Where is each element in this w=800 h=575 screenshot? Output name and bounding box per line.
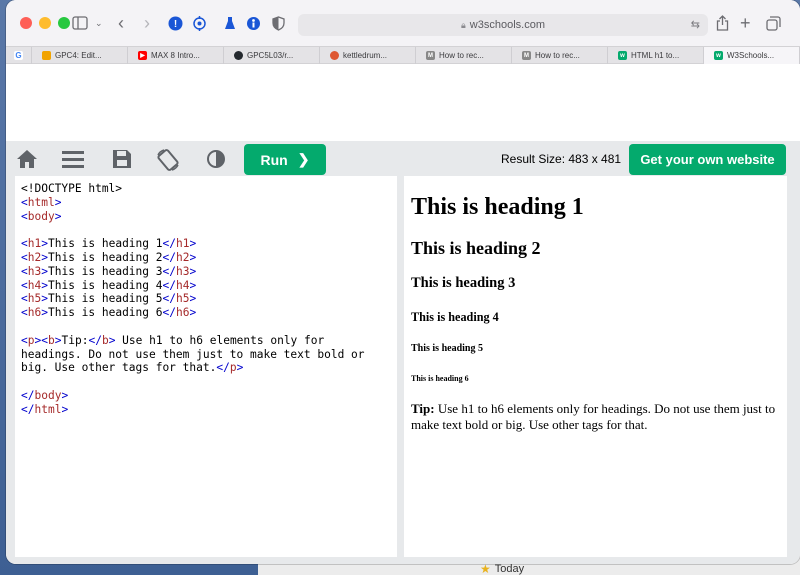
forward-icon[interactable]: › <box>144 13 150 33</box>
tab-overview-icon[interactable] <box>766 14 781 32</box>
medium-icon: M <box>426 51 435 60</box>
code-line: <h1>This is heading 1</h1> <box>21 237 197 251</box>
tip-text: Use h1 to h6 elements only for headings.… <box>411 401 776 432</box>
tab-max8[interactable]: ▶ MAX 8 Intro... <box>128 47 224 64</box>
result-heading-1: This is heading 1 <box>411 194 584 220</box>
tab-label: GPC4: Edit... <box>55 51 102 60</box>
code-line: headings. Do not use them just to make t… <box>21 347 365 361</box>
new-tab-icon[interactable]: + <box>740 13 751 33</box>
code-line: <h3>This is heading 3</h3> <box>21 264 197 278</box>
run-button-label: Run <box>260 151 288 168</box>
tab-kettledrum[interactable]: kettledrum... <box>320 47 416 64</box>
tab-label: How to rec... <box>439 51 484 60</box>
result-heading-3: This is heading 3 <box>411 275 516 291</box>
today-label: Today <box>494 563 525 575</box>
code-line: <p><b>Tip:</b> Use h1 to h6 elements onl… <box>21 333 325 347</box>
tab-label: kettledrum... <box>343 51 388 60</box>
code-line: </body> <box>21 388 69 402</box>
share-icon[interactable] <box>716 14 729 32</box>
save-icon[interactable] <box>112 149 132 174</box>
run-button[interactable]: Run ❯ <box>244 144 326 175</box>
w3schools-icon: w <box>714 51 723 60</box>
window-controls <box>20 17 70 29</box>
duckduckgo-icon <box>330 51 339 60</box>
get-your-own-website-button[interactable]: Get your own website <box>629 144 786 175</box>
medium-icon: M <box>522 51 531 60</box>
w3schools-icon: w <box>618 51 627 60</box>
code-line: <h4>This is heading 4</h4> <box>21 278 197 292</box>
result-tip-paragraph: Tip: Use h1 to h6 elements only for head… <box>411 401 780 432</box>
back-icon[interactable]: ‹ <box>118 13 124 33</box>
result-size-label: Result Size: 483 x 481 <box>501 152 622 166</box>
svg-text:!: ! <box>174 19 177 30</box>
address-bar[interactable]: 🔒︎ w3schools.com ⇆ <box>298 14 708 36</box>
code-line: <h6>This is heading 6</h6> <box>21 306 197 320</box>
youtube-icon: ▶ <box>138 51 147 60</box>
tab-label: W3Schools... <box>727 51 775 60</box>
tab-google[interactable]: G <box>6 47 32 64</box>
result-heading-4: This is heading 4 <box>411 310 499 324</box>
tryit-toolbar: Run ❯ Result Size: 483 x 481 Get your ow… <box>6 141 800 179</box>
tip-label: Tip: <box>411 401 435 416</box>
code-line: <body> <box>21 209 62 223</box>
tab-how-to-rec-1[interactable]: M How to rec... <box>416 47 512 64</box>
shield-icon[interactable] <box>272 14 285 32</box>
menu-icon[interactable] <box>62 149 84 174</box>
address-bar-url: w3schools.com <box>469 19 545 31</box>
target-extension-icon[interactable] <box>192 14 207 32</box>
accessibility-extension-icon[interactable] <box>246 14 261 32</box>
zoom-window-button[interactable] <box>58 17 70 29</box>
flask-extension-icon[interactable] <box>224 14 236 32</box>
tab-label: HTML h1 to... <box>631 51 680 60</box>
browser-window: ⌄ ‹ › ! 🔒︎ w3schools.com ⇆ + G GPC4: Edi… <box>6 0 800 564</box>
tab-html-h1[interactable]: w HTML h1 to... <box>608 47 704 64</box>
tab-gpc4[interactable]: GPC4: Edit... <box>32 47 128 64</box>
result-frame[interactable]: This is heading 1 This is heading 2 This… <box>404 176 787 557</box>
sidebar-toggle-icon[interactable] <box>72 14 88 32</box>
code-editor[interactable]: <!DOCTYPE html> <html> <body> <h1>This is … <box>15 176 397 557</box>
google-icon: G <box>14 51 23 60</box>
title-bar: ⌄ ‹ › ! 🔒︎ w3schools.com ⇆ + <box>6 0 800 46</box>
dark-mode-icon[interactable] <box>206 149 226 174</box>
translate-icon[interactable]: ⇆ <box>691 18 700 31</box>
code-line: <h2>This is heading 2</h2> <box>21 250 197 264</box>
code-line: big. Use other tags for that.</p> <box>21 361 244 375</box>
minimize-window-button[interactable] <box>39 17 51 29</box>
tab-github[interactable]: GPC5L03/r... <box>224 47 320 64</box>
tab-label: GPC5L03/r... <box>247 51 294 60</box>
gpc-icon <box>42 51 51 60</box>
chevron-down-icon[interactable]: ⌄ <box>95 14 103 32</box>
result-heading-2: This is heading 2 <box>411 238 541 258</box>
rotate-orientation-icon[interactable] <box>156 149 180 176</box>
code-line: <!DOCTYPE html> <box>21 182 123 195</box>
tab-label: How to rec... <box>535 51 580 60</box>
chevron-right-icon: ❯ <box>297 151 310 167</box>
tab-bar: G GPC4: Edit... ▶ MAX 8 Intro... GPC5L03… <box>6 46 800 64</box>
github-icon <box>234 51 243 60</box>
lock-icon: 🔒︎ <box>461 19 466 30</box>
tab-w3schools[interactable]: w W3Schools... <box>704 47 800 64</box>
result-heading-6: This is heading 6 <box>411 374 469 383</box>
code-line: </html> <box>21 402 69 416</box>
code-line: <h5>This is heading 5</h5> <box>21 292 197 306</box>
tab-label: MAX 8 Intro... <box>151 51 200 60</box>
alert-extension-icon[interactable]: ! <box>168 14 183 32</box>
code-line: <html> <box>21 195 62 209</box>
page-top-blank <box>6 64 800 141</box>
tab-how-to-rec-2[interactable]: M How to rec... <box>512 47 608 64</box>
result-heading-5: This is heading 5 <box>411 343 483 354</box>
home-icon[interactable] <box>16 149 38 174</box>
tryit-workspace: <!DOCTYPE html> <html> <body> <h1>This is … <box>6 176 800 564</box>
close-window-button[interactable] <box>20 17 32 29</box>
